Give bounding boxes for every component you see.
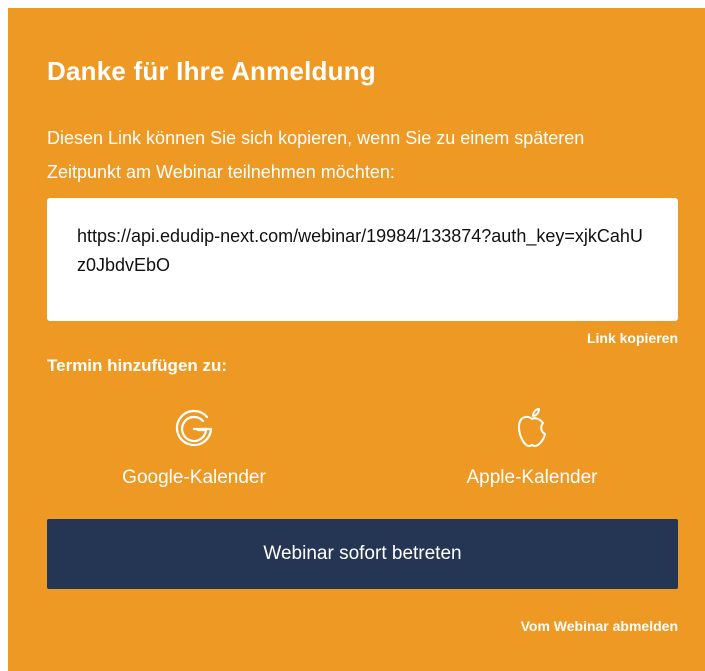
google-calendar-button[interactable]: Google-Kalender bbox=[74, 403, 314, 489]
unsubscribe-link[interactable]: Vom Webinar abmelden bbox=[521, 618, 678, 634]
apple-icon bbox=[412, 403, 652, 455]
copy-link-button[interactable]: Link kopieren bbox=[587, 330, 678, 346]
registration-panel: Danke für Ihre Anmeldung Diesen Link kön… bbox=[8, 8, 705, 671]
enter-webinar-button[interactable]: Webinar sofort betreten bbox=[47, 519, 678, 589]
apple-calendar-label: Apple-Kalender bbox=[466, 467, 598, 488]
google-icon bbox=[74, 403, 314, 455]
page-title: Danke für Ihre Anmeldung bbox=[47, 56, 376, 86]
apple-calendar-button[interactable]: Apple-Kalender bbox=[412, 403, 652, 489]
google-calendar-label: Google-Kalender bbox=[122, 467, 266, 488]
add-to-calendar-heading: Termin hinzufügen zu: bbox=[47, 356, 228, 375]
intro-text: Diesen Link können Sie sich kopieren, we… bbox=[47, 128, 585, 182]
webinar-link-field[interactable]: https://api.edudip-next.com/webinar/1998… bbox=[47, 198, 678, 321]
